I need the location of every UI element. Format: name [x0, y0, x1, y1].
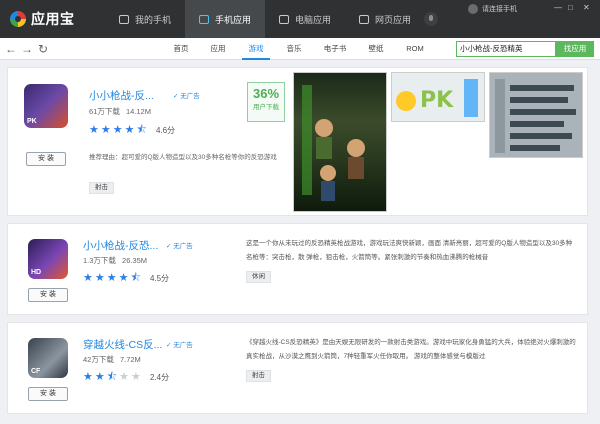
- star-half-icon: ⯪: [130, 272, 143, 284]
- soldier-game-icon[interactable]: PK: [24, 84, 68, 128]
- tab-label: 网页应用: [375, 14, 412, 25]
- forward-arrow-icon[interactable]: →: [20, 42, 34, 56]
- app-logo: 应用宝: [0, 0, 105, 38]
- category-tag[interactable]: 休闲: [246, 271, 271, 283]
- rating-stars: ★★★★⯪ 4.5分: [83, 269, 169, 288]
- nav-bar: ← → ↻ 首页 应用 游戏 音乐 电子书 壁纸 ROM 小小枪战-反恐精英 找…: [0, 38, 600, 60]
- rating-score: 4.6分: [155, 126, 176, 135]
- connect-phone-label: 请连接手机: [482, 6, 517, 13]
- refresh-icon[interactable]: ↻: [36, 42, 50, 56]
- app-description: 《穿越火线-CS反恐精英》是由天娱无限研发的一款射击类游戏。游戏中玩家化身勇猛的…: [246, 339, 576, 360]
- star-empty-icon: ★★: [119, 371, 143, 383]
- app-card[interactable]: CF 安 装 穿越火线-CS反... ✓ 无广告 42万下载 7.72M ★★⯪…: [7, 322, 588, 414]
- close-button[interactable]: ✕: [583, 3, 590, 12]
- tab-pc-apps[interactable]: 电脑应用: [265, 0, 345, 38]
- star-half-icon: ⯪: [106, 371, 120, 383]
- download-count: 1.3万下载: [83, 256, 116, 265]
- star-full-icon: ★★★★: [89, 124, 137, 136]
- back-arrow-icon[interactable]: ←: [4, 42, 18, 56]
- search-input[interactable]: 小小枪战-反恐精英: [456, 41, 556, 57]
- app-title[interactable]: 小小枪战-反...: [89, 88, 154, 103]
- app-card[interactable]: PK 安 装 小小枪战-反... ✓ 无广告 61万下载 14.12M ★★★★…: [7, 67, 588, 216]
- no-ads-label: 无广告: [173, 342, 193, 349]
- app-title[interactable]: 小小枪战-反恐...: [83, 238, 158, 253]
- tab-web-apps[interactable]: 网页应用: [345, 0, 425, 38]
- star-full-icon: ★★: [83, 371, 107, 383]
- microphone-icon[interactable]: [424, 12, 438, 26]
- search-button[interactable]: 找应用: [556, 41, 594, 57]
- screenshot-1[interactable]: [293, 72, 387, 212]
- minimize-button[interactable]: —: [554, 3, 562, 12]
- category-tag[interactable]: 射击: [246, 370, 271, 382]
- tab-label: 手机应用: [215, 14, 252, 25]
- download-count: 61万下载: [89, 107, 120, 116]
- app-store-icon: [199, 14, 210, 24]
- screenshot-art: [490, 73, 582, 157]
- recommend-reason: 推荐理由：超可爱的Q版人物造型以及30多种名枪等你的反恐游戏: [89, 154, 277, 161]
- no-ads-label: 无广告: [173, 243, 193, 250]
- category-home[interactable]: 首页: [168, 38, 194, 60]
- category-tag[interactable]: 射击: [89, 182, 114, 194]
- app-meta: 61万下载 14.12M: [89, 106, 151, 117]
- install-button[interactable]: 安 装: [28, 387, 68, 401]
- download-percent-label: 用户下载: [253, 104, 279, 111]
- rating-score: 4.5分: [149, 274, 170, 283]
- category-rom[interactable]: ROM: [400, 38, 430, 60]
- app-name: 应用宝: [31, 11, 75, 27]
- rating-score: 2.4分: [149, 373, 170, 382]
- phone-icon: [119, 14, 129, 24]
- category-wallpaper[interactable]: 壁纸: [363, 38, 389, 60]
- icon-badge: CF: [31, 368, 41, 375]
- download-count: 42万下载: [83, 355, 114, 364]
- install-button[interactable]: 安 装: [28, 288, 68, 302]
- tab-label: 电脑应用: [295, 14, 332, 25]
- install-button[interactable]: 安 装: [26, 152, 66, 166]
- no-ads-badge: ✓ 无广告: [173, 93, 200, 100]
- category-apps[interactable]: 应用: [205, 38, 231, 60]
- screenshot-art: [302, 85, 365, 201]
- category-music[interactable]: 音乐: [281, 38, 307, 60]
- monitor-icon: [279, 14, 290, 24]
- connect-phone[interactable]: 请连接手机: [468, 4, 517, 14]
- app-title[interactable]: 穿越火线-CS反...: [83, 337, 162, 352]
- download-percent-box: 36% 用户下载: [247, 82, 285, 122]
- soldier-game-icon[interactable]: CF: [28, 338, 68, 378]
- category-ebooks[interactable]: 电子书: [318, 38, 352, 60]
- star-half-icon: ⯪: [136, 124, 149, 136]
- soldier-game-icon[interactable]: HD: [28, 239, 68, 279]
- tab-mobile-apps[interactable]: 手机应用: [185, 0, 266, 38]
- maximize-button[interactable]: □: [568, 3, 573, 12]
- avatar-icon: [468, 4, 478, 14]
- download-percent: 36%: [252, 86, 280, 101]
- svg-text:PK: PK: [420, 88, 454, 113]
- screenshot-art: PK: [392, 73, 484, 121]
- app-meta: 1.3万下载 26.35M: [83, 255, 147, 266]
- no-ads-label: 无广告: [180, 93, 200, 100]
- app-description: 这是一个你从未玩过的反恐精英枪战游戏，游戏玩法爽快新颖，画面 清新亮丽，超可爱的…: [246, 240, 573, 261]
- rating-stars: ★★★★⯪ 4.6分: [89, 121, 175, 140]
- icon-badge: HD: [31, 269, 42, 276]
- category-games[interactable]: 游戏: [242, 38, 270, 60]
- app-size: 7.72M: [119, 355, 141, 364]
- browser-icon: [359, 14, 370, 24]
- no-ads-badge: ✓ 无广告: [166, 243, 193, 250]
- star-full-icon: ★★★★: [83, 272, 131, 284]
- tab-label: 我的手机: [135, 14, 172, 25]
- yingyongbao-logo-icon: [10, 11, 26, 27]
- no-ads-badge: ✓ 无广告: [166, 342, 193, 349]
- app-card[interactable]: HD 安 装 小小枪战-反恐... ✓ 无广告 1.3万下载 26.35M ★★…: [7, 223, 588, 315]
- app-meta: 42万下载 7.72M: [83, 354, 141, 365]
- rating-stars: ★★⯪★★ 2.4分: [83, 368, 169, 387]
- app-size: 14.12M: [125, 107, 151, 116]
- app-size: 26.35M: [122, 256, 148, 265]
- screenshot-2[interactable]: PK: [391, 72, 485, 122]
- tab-my-phone[interactable]: 我的手机: [105, 0, 185, 38]
- screenshot-3[interactable]: [489, 72, 583, 158]
- icon-badge: PK: [27, 118, 37, 125]
